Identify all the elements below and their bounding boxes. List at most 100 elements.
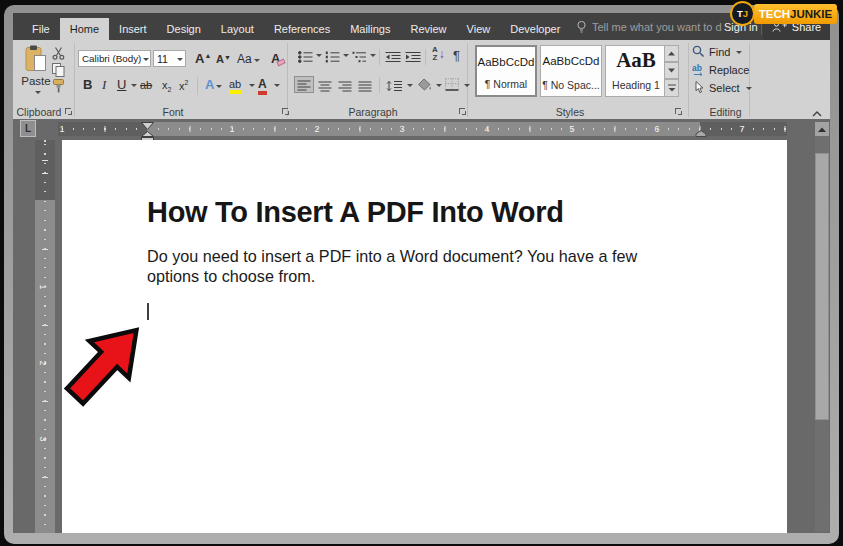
clipboard-dialog-launcher[interactable] (65, 108, 72, 115)
scrollbar-up-button[interactable] (815, 122, 829, 136)
subscript-button[interactable]: x2 (162, 79, 171, 93)
format-painter-icon[interactable] (52, 79, 65, 97)
small-separator (379, 49, 380, 65)
style-normal[interactable]: AaBbCcDd ¶ Normal (475, 45, 537, 97)
ribbon-tabs: File Home Insert Design Layout Reference… (22, 18, 570, 40)
grow-font-button[interactable]: A▲ (195, 51, 211, 66)
clear-formatting-button[interactable]: A (271, 51, 280, 66)
small-separator (425, 49, 426, 65)
svg-text:ab: ab (692, 63, 702, 73)
vertical-ruler[interactable]: 1 2 3 (35, 140, 55, 533)
scrollbar-track[interactable] (815, 136, 829, 532)
tab-view[interactable]: View (457, 18, 501, 40)
text-effects-button[interactable]: A (205, 77, 222, 92)
hruler-margin-number: 1 (57, 124, 67, 134)
techjunkie-logo-text: TECHJUNKIE (754, 4, 837, 24)
justify-button[interactable] (358, 78, 372, 96)
horizontal-ruler[interactable]: 1 1 2 3 4 5 6 7 (58, 122, 787, 136)
group-separator (688, 43, 689, 117)
multilevel-dropdown[interactable] (370, 54, 376, 60)
annotation-arrow (60, 317, 170, 442)
screenshot-stage: File Home Insert Design Layout Reference… (0, 0, 843, 546)
multilevel-list-button[interactable] (352, 49, 367, 67)
document-page[interactable]: How To Insert A PDF Into Word Do you nee… (62, 140, 787, 533)
styles-scroll-down[interactable] (664, 62, 679, 79)
shrink-font-button[interactable]: A▼ (216, 53, 231, 65)
bullets-dropdown[interactable] (316, 54, 322, 60)
ribbon: Paste Clipboard Calibri (Body) 11 A▲ A▼ … (13, 40, 830, 119)
italic-button[interactable]: I (102, 77, 106, 93)
font-color-button[interactable]: A (258, 77, 267, 95)
align-right-button[interactable] (338, 78, 352, 96)
tell-me-label: Tell me what you want to d (592, 21, 722, 33)
strikethrough-button[interactable]: ab (140, 79, 152, 91)
decrease-indent-button[interactable] (385, 49, 401, 67)
first-line-indent-marker[interactable] (141, 122, 154, 130)
underline-dropdown[interactable] (131, 84, 137, 90)
tell-me-box[interactable]: Tell me what you want to d (576, 13, 722, 40)
tab-stop-selector[interactable]: L (20, 120, 36, 137)
increase-indent-button[interactable] (405, 49, 421, 67)
pilcrow-button[interactable]: ¶ (453, 48, 460, 63)
numbering-dropdown[interactable] (343, 54, 349, 60)
tab-mailings[interactable]: Mailings (340, 18, 400, 40)
line-spacing-dropdown[interactable] (407, 84, 413, 90)
tab-review[interactable]: Review (401, 18, 457, 40)
styles-dialog-launcher[interactable] (675, 108, 682, 115)
tab-developer[interactable]: Developer (500, 18, 570, 40)
find-icon (692, 45, 705, 58)
techjunkie-logo-icon: TJ (730, 1, 755, 26)
shading-dropdown[interactable] (436, 84, 442, 90)
paste-dropdown (35, 91, 41, 97)
borders-dropdown[interactable] (464, 84, 470, 90)
font-dialog-launcher[interactable] (282, 108, 289, 115)
style-heading1[interactable]: AaB Heading 1 (605, 45, 667, 97)
paragraph-dialog-launcher[interactable] (459, 108, 466, 115)
superscript-button[interactable]: x2 (179, 79, 188, 92)
numbering-button[interactable] (325, 49, 340, 67)
sort-button[interactable]: AZ ↓ (432, 46, 445, 62)
window-content: File Home Insert Design Layout Reference… (13, 13, 830, 533)
find-button[interactable]: Find (692, 44, 742, 59)
font-group-label: Font (143, 106, 203, 118)
paste-button[interactable]: Paste (17, 44, 55, 98)
highlight-button[interactable]: ab (229, 78, 241, 94)
paste-label: Paste (17, 75, 55, 87)
borders-button[interactable] (445, 77, 459, 95)
tab-design[interactable]: Design (157, 18, 211, 40)
bullets-button[interactable] (298, 49, 313, 67)
techjunkie-logo: TJ TECHJUNKIE (728, 1, 840, 28)
group-separator (287, 43, 288, 117)
bold-button[interactable]: B (83, 77, 92, 92)
style-no-spacing[interactable]: AaBbCcDd ¶ No Spac... (540, 45, 602, 97)
replace-button[interactable]: ab Replace (692, 62, 749, 77)
font-color-dropdown[interactable] (274, 84, 280, 90)
tab-layout[interactable]: Layout (211, 18, 264, 40)
align-left-button[interactable] (294, 76, 314, 93)
right-indent-marker[interactable] (695, 130, 707, 137)
small-separator (379, 77, 380, 93)
tab-insert[interactable]: Insert (109, 18, 157, 40)
tab-file[interactable]: File (22, 18, 60, 40)
font-name-combo[interactable]: Calibri (Body) (78, 50, 151, 67)
scrollbar-thumb[interactable] (815, 153, 829, 420)
editing-group-label: Editing (703, 106, 748, 118)
document-body-text: Do you need to insert a PDF into a Word … (147, 246, 657, 286)
align-center-button[interactable] (318, 78, 332, 96)
change-case-button[interactable]: Aa (237, 52, 260, 66)
cut-icon[interactable] (52, 46, 65, 64)
underline-button[interactable]: U (117, 77, 126, 92)
highlight-dropdown[interactable] (249, 84, 255, 90)
paragraph-group-label: Paragraph (343, 106, 403, 118)
styles-scroll-up[interactable] (664, 45, 679, 62)
tab-home[interactable]: Home (60, 18, 109, 40)
font-size-combo[interactable]: 11 (153, 50, 186, 67)
shading-button[interactable] (417, 77, 432, 95)
select-button[interactable]: Select (692, 80, 752, 95)
styles-gallery-more[interactable] (664, 79, 679, 97)
group-separator (74, 43, 75, 117)
styles-group-label: Styles (540, 106, 600, 118)
line-spacing-button[interactable] (386, 78, 403, 96)
word-window: File Home Insert Design Layout Reference… (4, 5, 839, 544)
tab-references[interactable]: References (264, 18, 340, 40)
